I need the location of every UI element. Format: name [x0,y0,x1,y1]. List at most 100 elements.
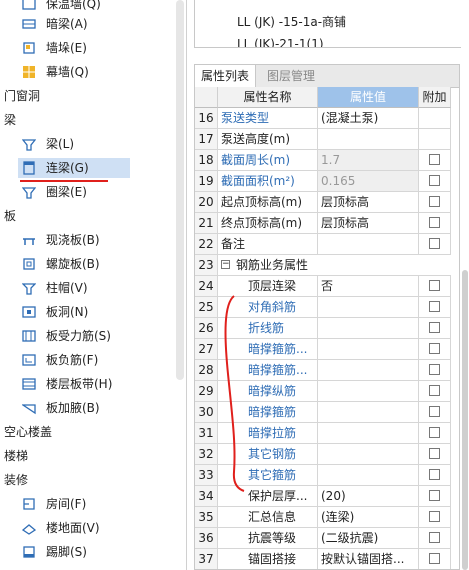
attach-checkbox[interactable] [429,154,440,165]
property-row[interactable]: 17 泵送高度(m) [195,129,451,150]
attach-checkbox[interactable] [429,490,440,501]
attach-checkbox[interactable] [429,217,440,228]
property-row[interactable]: 23− 钢筋业务属性 [195,255,451,276]
tree-label: 保温墙(Q) [46,0,101,11]
attach-cell [419,192,451,212]
red-annotation-bracket [224,295,245,492]
tree-item[interactable]: 楼层板带(H) [18,374,130,394]
panel-divider[interactable] [186,0,187,570]
tree-item[interactable]: 楼地面(V) [18,518,130,538]
attach-checkbox[interactable] [429,511,440,522]
tree-item[interactable]: 板洞(N) [18,302,130,322]
property-value[interactable] [318,381,419,401]
tree-item[interactable]: 连梁(G) [18,158,130,178]
tree-item[interactable]: 墙垛(E) [18,38,130,58]
property-value[interactable] [318,234,419,254]
column-header-add[interactable]: 附加 [419,87,451,108]
property-value[interactable]: 按默认锚固搭... [318,549,419,569]
property-value[interactable] [318,297,419,317]
tree-item[interactable]: 现浇板(B) [18,230,130,250]
attach-checkbox[interactable] [429,280,440,291]
attach-checkbox[interactable] [429,364,440,375]
attach-checkbox[interactable] [429,469,440,480]
property-value[interactable] [318,444,419,464]
attach-checkbox[interactable] [429,448,440,459]
attach-cell [419,528,451,548]
property-row[interactable]: 21 终点顶标高(m) 层顶标高 [195,213,451,234]
tree-scrollbar[interactable] [176,0,184,380]
property-row[interactable]: 36 抗震等级 (二级抗震) [195,528,451,549]
property-value[interactable]: (混凝土泵) [318,108,419,128]
property-value[interactable]: (连梁) [318,507,419,527]
property-value[interactable] [318,318,419,338]
attach-checkbox[interactable] [429,385,440,396]
property-value[interactable] [318,465,419,485]
column-header-name[interactable]: 属性名称 [218,87,318,108]
property-value[interactable] [318,129,419,149]
column-cap-icon [21,281,37,295]
row-number: 19 [195,171,218,191]
tree-category[interactable]: 门窗洞 [4,86,40,106]
tab-layer-manage[interactable]: 图层管理 [261,65,321,87]
property-name-text: 截面周长(m) [221,153,291,167]
component-list-item[interactable]: LL (JK)-21-1(1) [237,37,324,47]
property-row[interactable]: 37 锚固搭接 按默认锚固搭... [195,549,451,569]
tree-item[interactable]: 房间(F) [18,494,130,514]
tree-category[interactable]: 楼梯 [4,446,28,466]
attach-checkbox[interactable] [429,301,440,312]
property-name: 截面面积(m²) [218,171,318,191]
tree-item[interactable]: 踢脚(S) [18,542,130,562]
property-value[interactable]: 1.7 [318,150,419,170]
property-value[interactable]: 层顶标高 [318,213,419,233]
attach-checkbox[interactable] [429,196,440,207]
attach-checkbox[interactable] [429,322,440,333]
property-row[interactable]: 18 截面周长(m) 1.7 [195,150,451,171]
hidden-beam-icon [22,17,36,31]
property-value[interactable] [318,402,419,422]
attach-checkbox[interactable] [429,427,440,438]
attach-checkbox[interactable] [429,343,440,354]
property-value[interactable] [318,360,419,380]
tree-category[interactable]: 梁 [4,110,16,130]
tree-item[interactable]: 板负筋(F) [18,350,130,370]
tree-item[interactable]: 保温墙(Q) [18,0,130,14]
attach-checkbox[interactable] [429,175,440,186]
property-row[interactable]: 22 备注 [195,234,451,255]
attach-checkbox[interactable] [429,406,440,417]
property-value[interactable]: (二级抗震) [318,528,419,548]
tree-item[interactable]: 板加腋(B) [18,398,130,418]
tab-property-list[interactable]: 属性列表 [195,65,257,87]
property-value[interactable]: 0.165 [318,171,419,191]
property-value[interactable] [318,423,419,443]
attach-checkbox[interactable] [429,532,440,543]
property-row[interactable]: 19 截面面积(m²) 0.165 [195,171,451,192]
row-number: 33 [195,465,218,485]
property-value[interactable]: 层顶标高 [318,192,419,212]
column-header-value[interactable]: 属性值 [318,87,419,108]
collapse-icon[interactable]: − [221,260,230,269]
property-value[interactable]: (20) [318,486,419,506]
component-list-item[interactable]: LL (JK) -15-1a-商铺 [237,13,346,30]
tree-item[interactable]: 螺旋板(B) [18,254,130,274]
property-row[interactable]: 16 泵送类型 (混凝土泵) [195,108,451,129]
tree-item[interactable]: 梁(L) [18,134,130,154]
tree-category[interactable]: 板 [4,206,16,226]
property-value[interactable]: 否 [318,276,419,296]
attach-checkbox[interactable] [429,553,440,564]
tree-item[interactable]: 暗梁(A) [18,14,130,34]
tree-category[interactable]: 装修 [4,470,28,490]
attach-cell [419,150,451,170]
property-row[interactable]: 35 汇总信息 (连梁) [195,507,451,528]
tree-item[interactable]: 圈梁(E) [18,182,130,202]
column-header-num[interactable] [195,87,218,108]
property-name: 抗震等级 [218,528,318,548]
property-value[interactable] [318,339,419,359]
tree-category[interactable]: 空心楼盖 [4,422,52,442]
tree-item[interactable]: 柱帽(V) [18,278,130,298]
property-scrollbar[interactable] [462,270,468,570]
property-row[interactable]: 20 起点顶标高(m) 层顶标高 [195,192,451,213]
tree-item[interactable]: 幕墙(Q) [18,62,130,82]
attach-checkbox[interactable] [429,238,440,249]
skirting-icon [22,545,36,559]
tree-item[interactable]: 板受力筋(S) [18,326,130,346]
